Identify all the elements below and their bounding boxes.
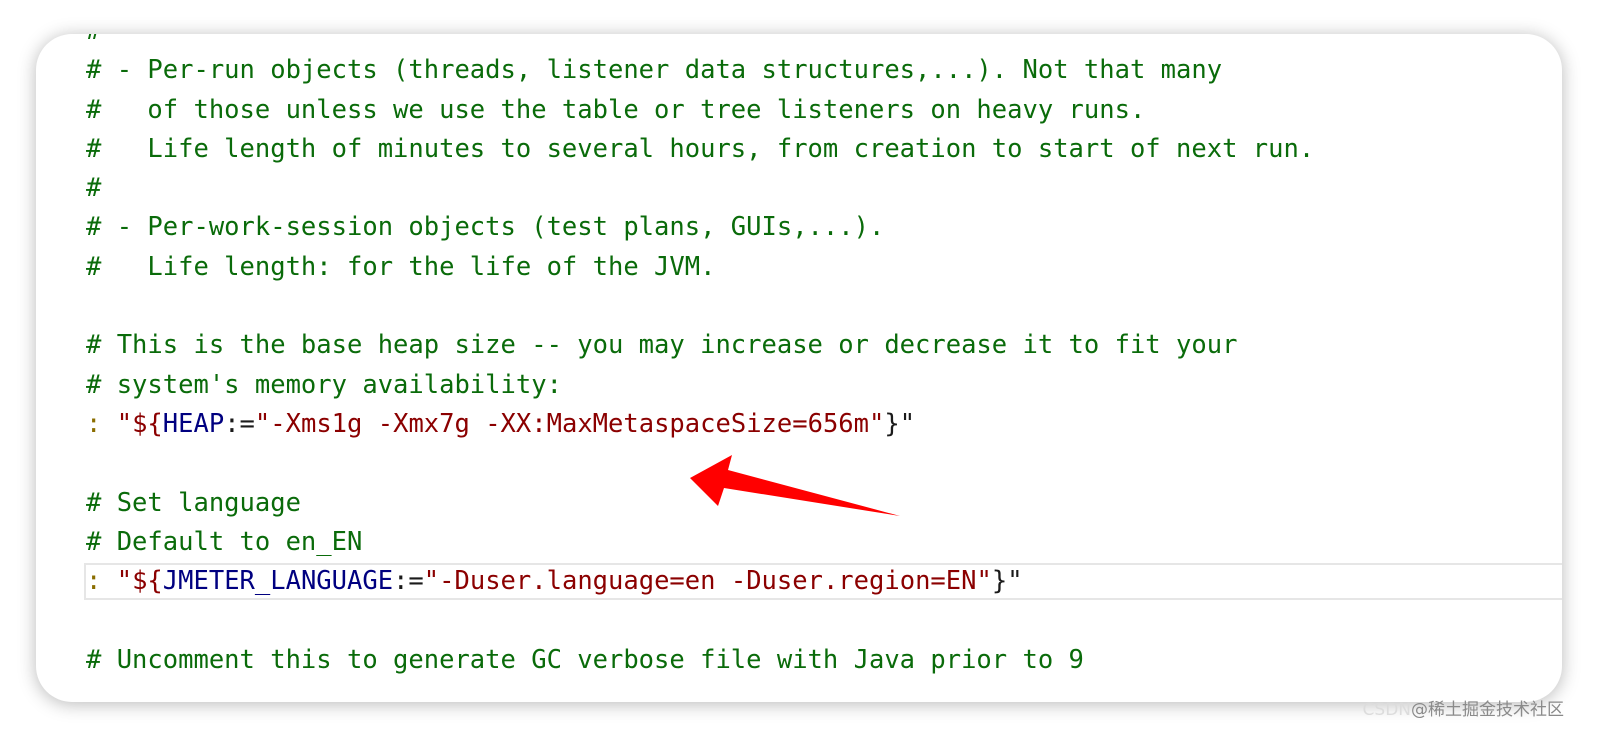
heap-value: "-Xms1g -Xmx7g -XX:MaxMetaspaceSize=656m… [254, 408, 885, 439]
comment-text: # Default to en_EN [86, 526, 363, 557]
comment-text: # Set language [86, 487, 301, 518]
assign-operator: := [393, 566, 424, 597]
code-area: # # - Per-run objects (threads, listener… [84, 34, 1562, 680]
language-config-line[interactable]: : "${JMETER_LANGUAGE:="-Duser.language=e… [84, 562, 1562, 601]
heap-config-line[interactable]: : "${HEAP:="-Xms1g -Xmx7g -XX:MaxMetaspa… [86, 405, 1562, 444]
colon-prefix: : [86, 566, 117, 597]
assign-operator: := [224, 408, 255, 439]
watermark-faint: CSDN [1362, 700, 1411, 720]
comment-text: # of those unless we use the table or tr… [86, 94, 1146, 125]
code-line-10: # system's memory availability: [86, 366, 1562, 405]
heap-variable: HEAP [162, 408, 225, 439]
watermark-text: @稀土掘金技术社区 [1411, 700, 1564, 720]
code-line-2: # - Per-run objects (threads, listener d… [86, 51, 1562, 90]
comment-text: # - Per-run objects (threads, listener d… [86, 55, 1223, 86]
comment-text: # Life length: for the life of the JVM. [86, 251, 716, 282]
string-open: "${ [116, 408, 163, 439]
code-line-5: # [86, 169, 1562, 208]
string-open: "${ [116, 566, 163, 597]
comment-text: # [86, 34, 101, 46]
code-line-7: # Life length: for the life of the JVM. [86, 248, 1562, 287]
colon-prefix: : [86, 408, 117, 439]
string-close: }" [884, 408, 916, 439]
code-line-9: # This is the base heap size -- you may … [86, 326, 1562, 365]
watermark: CSDN@稀土掘金技术社区 [1363, 695, 1564, 720]
red-arrow-annotation-icon [690, 455, 900, 516]
language-variable: JMETER_LANGUAGE [162, 566, 394, 597]
code-line-4: # Life length of minutes to several hour… [86, 130, 1562, 169]
code-editor-card: # # - Per-run objects (threads, listener… [36, 34, 1562, 702]
comment-text: # system's memory availability: [86, 369, 562, 400]
code-line-17: # Uncomment this to generate GC verbose … [86, 641, 1562, 680]
code-line-1: # [86, 34, 1562, 51]
comment-text: # - Per-work-session objects (test plans… [86, 212, 885, 243]
language-value: "-Duser.language=en -Duser.region=EN" [423, 566, 992, 597]
comment-text: # Life length of minutes to several hour… [86, 133, 1315, 164]
code-line-14: # Default to en_EN [86, 523, 1562, 562]
string-close: }" [991, 566, 1023, 597]
comment-text: # Uncomment this to generate GC verbose … [86, 644, 1084, 675]
code-line-3: # of those unless we use the table or tr… [86, 91, 1562, 130]
comment-text: # [86, 173, 102, 204]
comment-text: # This is the base heap size -- you may … [86, 330, 1238, 361]
code-line-6: # - Per-work-session objects (test plans… [86, 208, 1562, 247]
